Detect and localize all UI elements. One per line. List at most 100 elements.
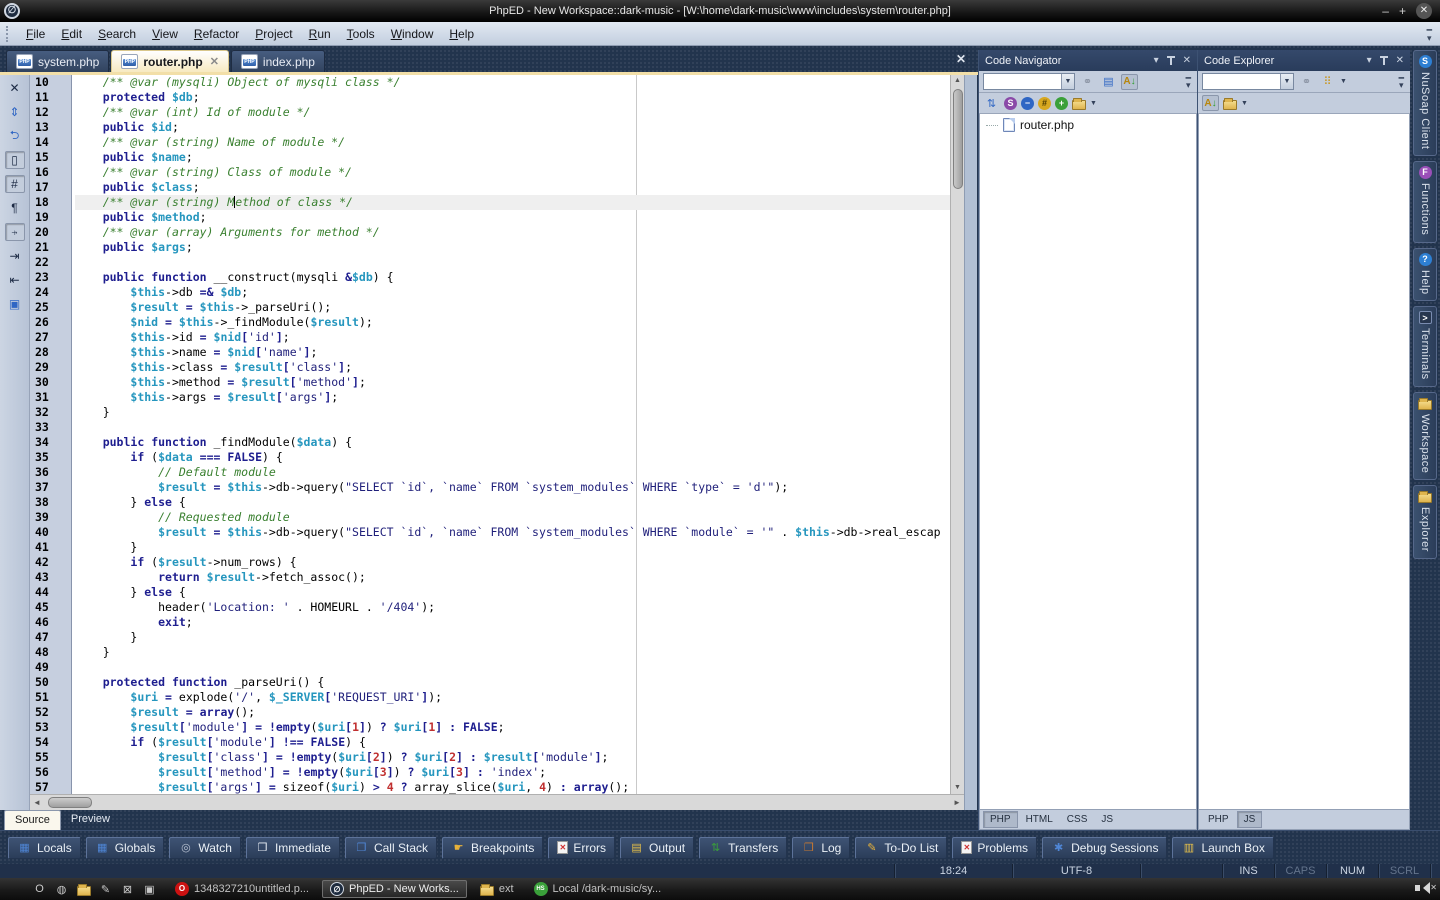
menu-item-file[interactable]: File <box>18 24 53 44</box>
find-icon[interactable]: ⚭ <box>1079 74 1096 90</box>
word-wrap-icon[interactable]: ⮌ <box>5 127 25 145</box>
log-button[interactable]: ❒Log <box>792 837 850 859</box>
dock-tab-workspace[interactable]: Workspace <box>1413 392 1437 480</box>
globe-icon[interactable]: ◍ <box>54 882 69 897</box>
pin-icon[interactable] <box>1380 56 1388 65</box>
navigator-tab-html[interactable]: HTML <box>1020 812 1059 827</box>
menu-item-edit[interactable]: Edit <box>53 24 90 44</box>
code-editor[interactable]: /** @var (mysqli) Object of mysqli class… <box>72 75 950 794</box>
breakpoints-button[interactable]: ☛Breakpoints <box>442 837 543 859</box>
watch-button[interactable]: ◎Watch <box>169 837 241 859</box>
opera-quicklaunch-icon[interactable]: O <box>32 882 47 897</box>
tree-item-router-php[interactable]: router.php <box>980 114 1196 132</box>
call-stack-button[interactable]: ❐Call Stack <box>345 837 437 859</box>
toolbar-overflow-icon[interactable]: ━▾ <box>1186 75 1193 89</box>
dock-tab-help[interactable]: ?Help <box>1413 248 1437 302</box>
horizontal-scroll-thumb[interactable] <box>48 797 92 808</box>
minimize-button[interactable]: – <box>1382 4 1389 18</box>
tab-source[interactable]: Source <box>4 810 61 830</box>
monitor-icon[interactable]: ▣ <box>142 882 157 897</box>
menu-item-tools[interactable]: Tools <box>339 24 383 44</box>
globals-button[interactable]: ▦Globals <box>86 837 165 859</box>
explorer-tab-js[interactable]: JS <box>1237 811 1263 828</box>
taskbar-button[interactable]: O1348327210untitled.p... <box>168 880 316 898</box>
sort-alpha-icon[interactable]: A↓ <box>1202 95 1219 111</box>
maximize-button[interactable]: + <box>1399 4 1406 18</box>
scroll-up-arrow[interactable]: ▲ <box>954 75 961 87</box>
indent-guides-icon[interactable]: ⍆ <box>5 223 25 241</box>
sort-alpha-icon[interactable]: A↓ <box>1121 74 1138 90</box>
taskbar-button[interactable]: ext <box>473 880 521 898</box>
code-explorer-tree[interactable] <box>1198 114 1410 810</box>
monitor-tool-icon[interactable]: ▣ <box>5 295 25 313</box>
menu-item-refactor[interactable]: Refactor <box>186 24 247 44</box>
close-tool-icon[interactable]: ✕ <box>5 79 25 97</box>
transfers-button[interactable]: ⇅Transfers <box>699 837 787 859</box>
editor-tab-system-php[interactable]: PHPsystem.php <box>6 50 109 72</box>
remote-desktop-icon[interactable]: ⊠ <box>120 882 135 897</box>
menu-overflow-icon[interactable]: ━▾ <box>1427 26 1432 42</box>
output-button[interactable]: ▤Output <box>620 837 694 859</box>
menu-grip[interactable] <box>6 26 10 42</box>
todo-button[interactable]: ✎To-Do List <box>855 837 947 859</box>
paragraph-marks-icon[interactable]: ¶ <box>5 199 25 217</box>
menu-item-project[interactable]: Project <box>247 24 300 44</box>
immediate-button[interactable]: ❐Immediate <box>246 837 340 859</box>
dock-tab-explorer[interactable]: Explorer <box>1413 485 1437 559</box>
panel-menu-icon[interactable]: ▾ <box>1154 55 1159 66</box>
navigator-tab-js[interactable]: JS <box>1095 812 1119 827</box>
volume-muted-icon[interactable]: ✕ <box>1417 882 1430 897</box>
close-button[interactable]: ✕ <box>1416 3 1432 19</box>
dock-tab-functions[interactable]: FFunctions <box>1413 161 1437 242</box>
folder-dropdown-icon[interactable]: ▼ <box>1241 100 1248 107</box>
code-navigator-tree[interactable]: router.php <box>979 114 1197 810</box>
explorer-tab-php[interactable]: PHP <box>1202 812 1235 827</box>
tabbar-close-icon[interactable]: ✕ <box>956 52 966 66</box>
outdent-icon[interactable]: ⇤ <box>5 271 25 289</box>
notes-icon[interactable]: ✎ <box>98 882 113 897</box>
grid-view-icon[interactable]: ⠿ <box>1319 74 1336 90</box>
list-view-icon[interactable]: ▤ <box>1100 74 1117 90</box>
launch-box-button[interactable]: ▥Launch Box <box>1172 837 1273 859</box>
taskbar-button[interactable]: ∅PhpED - New Works... <box>322 880 467 898</box>
panel-close-icon[interactable]: ✕ <box>1183 55 1191 66</box>
editor-tab-router-php[interactable]: PHProuter.php✕ <box>111 50 229 72</box>
panel-close-icon[interactable]: ✕ <box>1396 55 1404 66</box>
menu-item-search[interactable]: Search <box>90 24 144 44</box>
toolbar-overflow-icon[interactable]: ━▾ <box>1399 75 1406 89</box>
show-protected-icon[interactable]: # <box>1038 97 1051 110</box>
taskbar-button[interactable]: HSLocal /dark-music/sy... <box>527 880 669 898</box>
column-select-icon[interactable]: ▯ <box>5 151 25 169</box>
horizontal-scrollbar[interactable]: ◄ ► <box>30 794 964 810</box>
problems-button[interactable]: ✕Problems <box>952 837 1037 859</box>
show-public-icon[interactable]: + <box>1055 97 1068 110</box>
navigator-tab-css[interactable]: CSS <box>1061 812 1094 827</box>
vertical-scroll-thumb[interactable] <box>953 89 963 189</box>
folder-quicklaunch-icon[interactable] <box>76 882 91 897</box>
combo-dropdown-icon[interactable]: ▼ <box>1280 74 1293 89</box>
scroll-down-arrow[interactable]: ▼ <box>954 782 961 794</box>
scroll-left-arrow[interactable]: ◄ <box>30 798 44 807</box>
dock-tab-terminals[interactable]: >Terminals <box>1413 306 1437 387</box>
navigator-tab-php[interactable]: PHP <box>983 811 1018 828</box>
goto-declaration-icon[interactable]: ⇅ <box>983 95 1000 111</box>
menu-item-help[interactable]: Help <box>441 24 482 44</box>
navigator-filter-combobox[interactable]: ▼ <box>983 73 1075 90</box>
show-private-icon[interactable]: − <box>1021 97 1034 110</box>
expand-vertical-icon[interactable]: ⇕ <box>5 103 25 121</box>
tab-close-icon[interactable]: ✕ <box>210 55 219 68</box>
group-folder-icon[interactable] <box>1223 100 1237 110</box>
vertical-scrollbar[interactable]: ▲ ▼ <box>950 75 964 794</box>
line-numbers-icon[interactable]: # <box>5 175 25 193</box>
show-statics-icon[interactable]: S <box>1004 97 1017 110</box>
scroll-right-arrow[interactable]: ► <box>950 798 964 807</box>
indent-icon[interactable]: ⇥ <box>5 247 25 265</box>
errors-button[interactable]: ✕Errors <box>548 837 615 859</box>
grid-dropdown-icon[interactable]: ▼ <box>1340 78 1347 85</box>
combo-dropdown-icon[interactable]: ▼ <box>1061 74 1074 89</box>
pin-icon[interactable] <box>1167 56 1175 65</box>
dock-tab-nusoap-client[interactable]: SNuSoap Client <box>1413 50 1437 156</box>
menu-item-view[interactable]: View <box>144 24 186 44</box>
find-icon[interactable]: ⚭ <box>1298 74 1315 90</box>
panel-menu-icon[interactable]: ▾ <box>1367 55 1372 66</box>
